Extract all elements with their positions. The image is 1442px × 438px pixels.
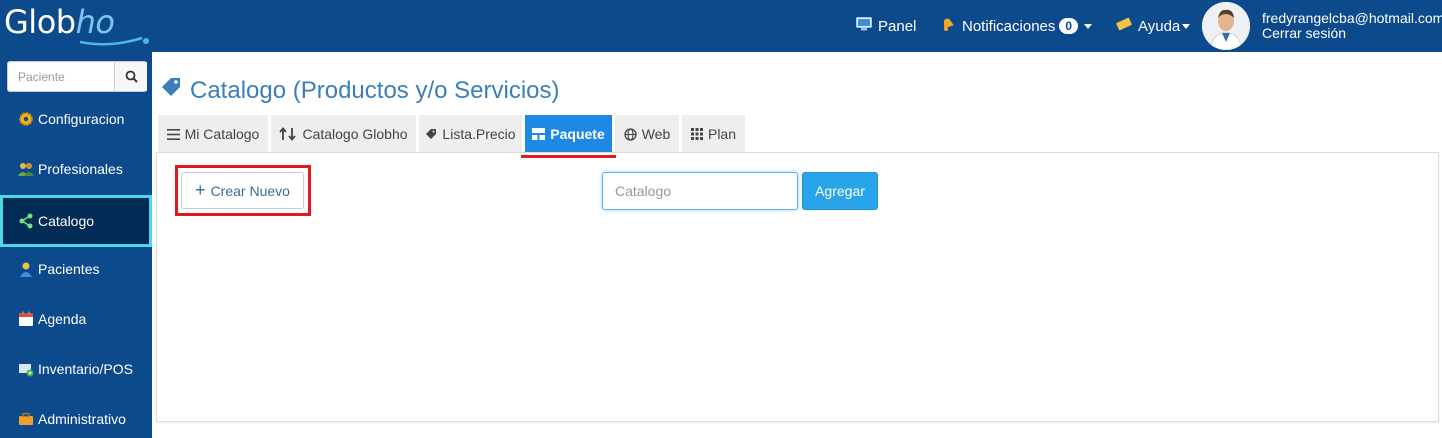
person-icon — [17, 260, 35, 278]
sidebar-item-label: Catalogo — [38, 213, 95, 229]
sidebar-item-label: Pacientes — [38, 261, 100, 277]
user-info: fredyrangelcba@hotmail.com Cerrar sesión — [1262, 11, 1442, 41]
sidebar-item-inventario[interactable]: Inventario/POS — [0, 346, 152, 392]
gear-icon — [17, 110, 35, 128]
sidebar-item-label: Administrativo — [38, 411, 126, 427]
notifications-count-badge: 0 — [1059, 18, 1079, 34]
search-icon — [125, 70, 138, 83]
list-icon — [166, 128, 180, 140]
page-title-text: Catalogo (Productos y/o Servicios) — [190, 76, 560, 104]
share-nodes-icon — [17, 212, 35, 230]
tab-label: Mi Catalogo — [184, 126, 260, 142]
top-navbar: Globho Panel Notificaciones 0 Ayuda fred… — [0, 0, 1442, 52]
sidebar-item-configuracion[interactable]: Configuracion — [0, 96, 152, 142]
nav-panel[interactable]: Panel — [856, 0, 916, 52]
search-button[interactable] — [114, 62, 147, 91]
tab-web[interactable]: Web — [615, 115, 679, 153]
calendar-icon — [17, 310, 35, 328]
tab-plan[interactable]: Plan — [682, 115, 745, 153]
add-button[interactable]: Agregar — [802, 172, 878, 210]
grid-icon — [690, 128, 703, 140]
globe-icon — [624, 127, 637, 141]
tab-label: Catalogo Globho — [302, 126, 408, 142]
create-new-button[interactable]: + Crear Nuevo — [181, 172, 304, 209]
patient-search — [7, 61, 147, 92]
plus-icon: + — [195, 180, 206, 200]
tab-label: Web — [641, 126, 671, 142]
catalog-input[interactable] — [602, 172, 798, 210]
tab-label: Plan — [707, 126, 737, 142]
logo-swoosh-icon — [80, 36, 149, 46]
tab-mi-catalogo[interactable]: Mi Catalogo — [158, 115, 268, 153]
sidebar-item-catalogo[interactable]: Catalogo — [0, 195, 152, 247]
chevron-down-icon — [1182, 23, 1191, 29]
people-icon — [17, 160, 35, 178]
tab-label: Paquete — [550, 126, 605, 142]
sidebar: Configuracion Profesionales Catalogo Pac… — [0, 52, 152, 438]
active-tab-highlight — [521, 155, 616, 158]
nav-help-label: Ayuda — [1138, 17, 1181, 35]
sort-arrows-icon — [279, 127, 297, 141]
sidebar-item-label: Agenda — [38, 311, 87, 327]
ticket-icon — [1116, 17, 1132, 35]
tab-label: Lista.Precio — [442, 126, 516, 142]
logout-link[interactable]: Cerrar sesión — [1262, 26, 1442, 41]
layout-icon — [532, 128, 546, 140]
sidebar-item-label: Profesionales — [38, 161, 123, 177]
sidebar-item-administrativo[interactable]: Administrativo — [0, 396, 152, 438]
user-email[interactable]: fredyrangelcba@hotmail.com — [1262, 11, 1442, 26]
tag-icon — [425, 128, 437, 140]
sidebar-item-profesionales[interactable]: Profesionales — [0, 146, 152, 192]
create-new-label: Crear Nuevo — [210, 182, 290, 199]
sidebar-item-agenda[interactable]: Agenda — [0, 296, 152, 342]
tab-catalogo-globho[interactable]: Catalogo Globho — [271, 115, 416, 153]
tag-icon — [160, 76, 182, 105]
monitor-icon — [856, 17, 872, 35]
nav-panel-label: Panel — [878, 17, 917, 35]
sidebar-item-label: Configuracion — [38, 111, 125, 127]
nav-notifications[interactable]: Notificaciones 0 — [940, 0, 1093, 52]
briefcase-icon — [17, 410, 35, 428]
chevron-down-icon — [1084, 23, 1093, 29]
tab-lista-precio[interactable]: Lista.Precio — [419, 115, 522, 153]
add-button-label: Agregar — [815, 183, 865, 199]
tab-paquete[interactable]: Paquete — [525, 115, 612, 153]
inventory-icon — [17, 360, 35, 378]
nav-notifications-label: Notificaciones — [962, 17, 1056, 35]
patient-search-input[interactable] — [8, 62, 114, 91]
bell-icon — [940, 16, 956, 36]
avatar[interactable] — [1202, 2, 1250, 50]
nav-help[interactable]: Ayuda — [1116, 0, 1191, 52]
page-title: Catalogo (Productos y/o Servicios) — [160, 76, 560, 105]
sidebar-item-label: Inventario/POS — [38, 361, 133, 377]
sidebar-item-pacientes[interactable]: Pacientes — [0, 246, 152, 292]
